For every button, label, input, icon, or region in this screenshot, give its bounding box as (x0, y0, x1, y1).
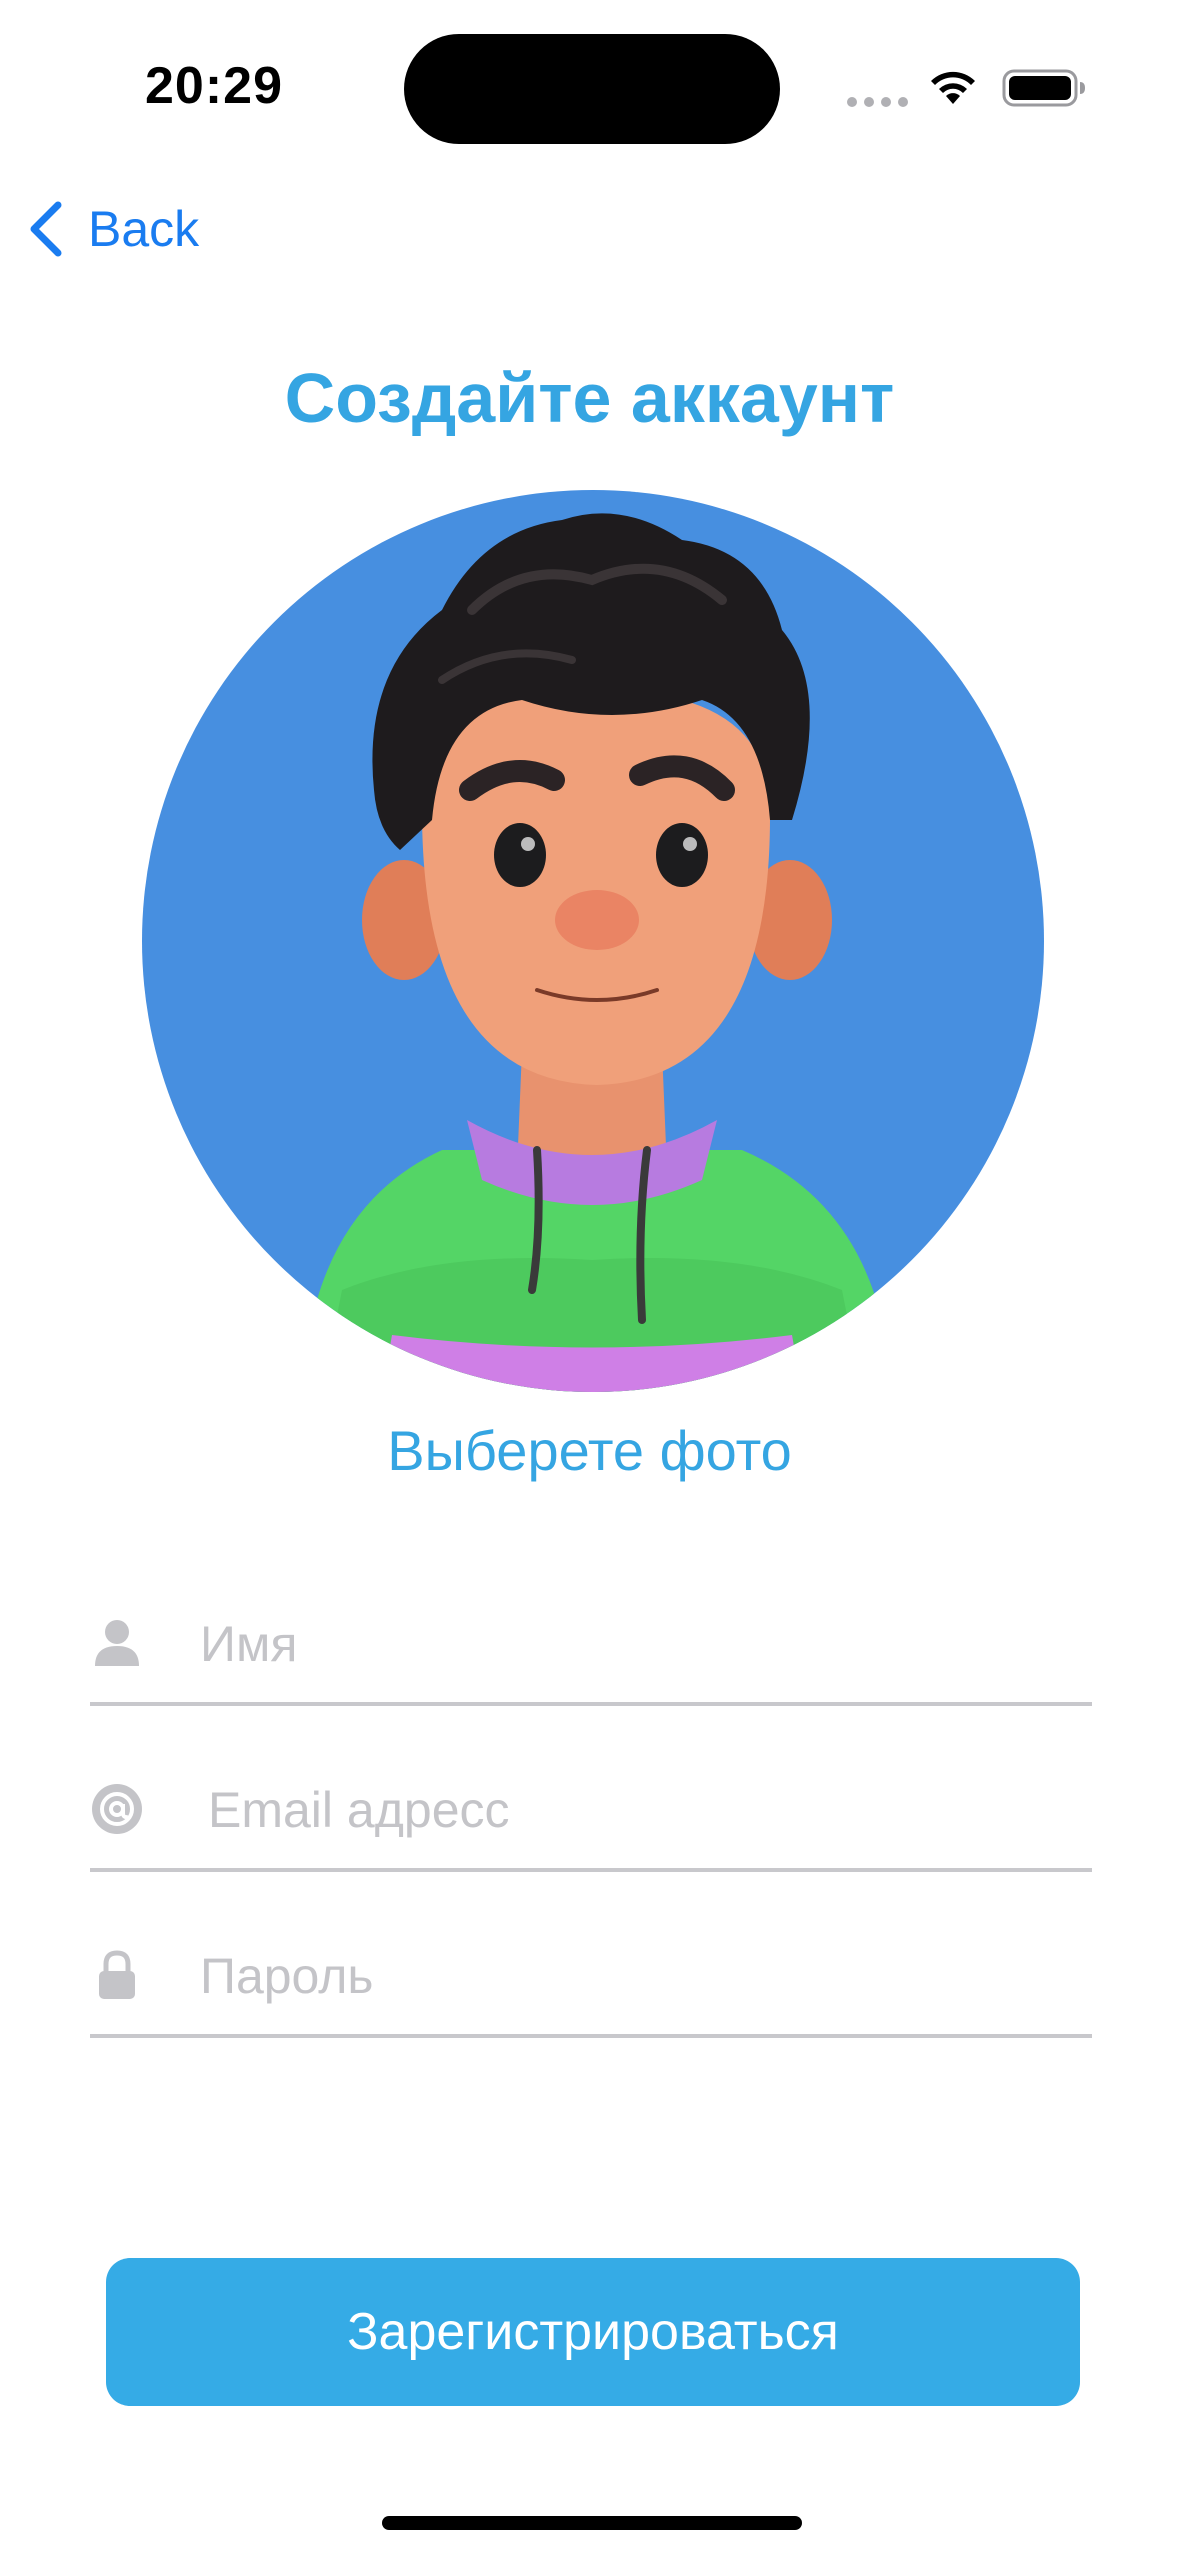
dynamic-island (404, 34, 780, 144)
status-time: 20:29 (145, 57, 283, 115)
home-indicator (382, 2516, 802, 2530)
back-label: Back (88, 201, 200, 257)
lock-icon (99, 1950, 135, 1999)
choose-photo-link[interactable]: Выберете фото (0, 1418, 1179, 1483)
password-input[interactable] (200, 1936, 1080, 2016)
sign-up-screen: 20:29 Back Создайте аккаунт Выберете фот… (0, 0, 1179, 2556)
back-button[interactable]: Back (26, 196, 199, 262)
cellular-signal-icon (847, 97, 908, 107)
email-field (90, 1748, 1092, 1872)
page-title: Создайте аккаунт (284, 359, 895, 437)
battery-icon (1002, 69, 1085, 107)
register-button-label: Зарегистрироваться (347, 2303, 839, 2361)
avatar-image[interactable] (142, 490, 1044, 1392)
email-input[interactable] (208, 1770, 1088, 1850)
person-icon (95, 1620, 139, 1666)
status-bar: 20:29 (0, 0, 1179, 170)
name-input[interactable] (200, 1604, 1080, 1684)
name-field (90, 1582, 1092, 1706)
at-icon (92, 1784, 142, 1834)
chevron-left-icon (30, 201, 62, 257)
avatar-illustration (302, 513, 892, 1392)
wifi-icon (931, 71, 975, 104)
register-button[interactable]: Зарегистрироваться (106, 2258, 1080, 2406)
password-field (90, 1914, 1092, 2038)
